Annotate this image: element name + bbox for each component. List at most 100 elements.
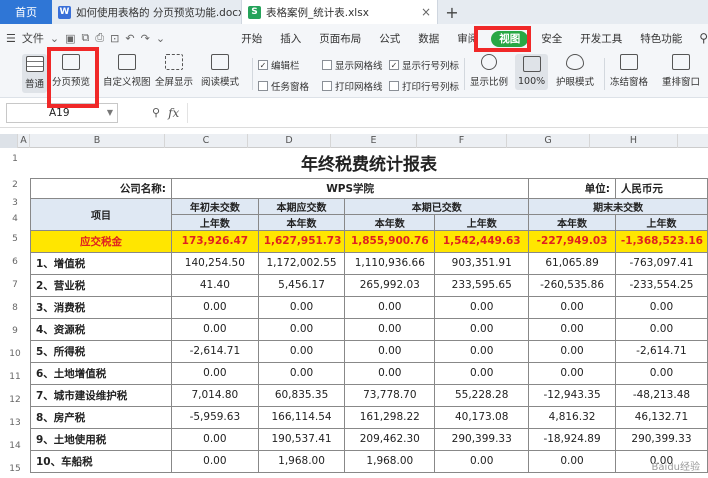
- tax-item-name[interactable]: 2、营业税: [29, 273, 173, 297]
- tax-value-cell[interactable]: 4,816.32: [528, 405, 616, 429]
- tax-value-cell[interactable]: 5,456.17: [257, 273, 346, 297]
- tab-home[interactable]: 开始: [232, 31, 271, 46]
- tax-value-cell[interactable]: 0.00: [257, 361, 346, 385]
- tax-value-cell[interactable]: -233,554.25: [614, 273, 708, 297]
- column-header-f[interactable]: F: [417, 134, 507, 148]
- tax-value-cell[interactable]: 0.00: [528, 449, 616, 473]
- full-screen-button[interactable]: 全屏显示: [155, 54, 193, 88]
- tax-item-name[interactable]: 10、车船税: [29, 449, 173, 473]
- row-header[interactable]: 5: [0, 234, 30, 244]
- tax-value-cell[interactable]: 1,968.00: [344, 449, 436, 473]
- row-header[interactable]: 7: [0, 280, 30, 290]
- tax-value-cell[interactable]: 0.00: [434, 317, 530, 341]
- row-header[interactable]: 15: [0, 464, 30, 474]
- tax-value-cell[interactable]: 0.00: [257, 339, 346, 363]
- row-header[interactable]: 3: [0, 198, 30, 208]
- tab-data[interactable]: 数据: [409, 31, 448, 46]
- tax-value-cell[interactable]: 0.00: [528, 317, 616, 341]
- sub-header[interactable]: 上年数: [434, 213, 530, 231]
- tax-value-cell[interactable]: 0.00: [614, 361, 708, 385]
- group-header[interactable]: 年初未交数: [171, 197, 259, 215]
- tax-value-cell[interactable]: 46,132.71: [614, 405, 708, 429]
- tax-value-cell[interactable]: -18,924.89: [528, 427, 616, 451]
- tax-value-cell[interactable]: -12,943.35: [528, 383, 616, 407]
- tax-value-cell[interactable]: 903,351.91: [434, 251, 530, 275]
- tab-page-layout[interactable]: 页面布局: [310, 31, 370, 46]
- column-header-h[interactable]: H: [590, 134, 678, 148]
- tax-item-name[interactable]: 8、房产税: [29, 405, 173, 429]
- tax-value-cell[interactable]: 0.00: [344, 339, 436, 363]
- row-header[interactable]: 2: [0, 180, 30, 190]
- edit-bar-checkbox[interactable]: ✓ 编辑栏: [258, 58, 300, 72]
- tax-value-cell[interactable]: 1,968.00: [257, 449, 346, 473]
- select-all-corner[interactable]: [0, 134, 18, 148]
- tax-value-cell[interactable]: 0.00: [528, 339, 616, 363]
- tax-value-cell[interactable]: 0.00: [171, 317, 259, 341]
- tax-value-cell[interactable]: 209,462.30: [344, 427, 436, 451]
- sub-header[interactable]: 本年数: [257, 213, 346, 231]
- tax-value-cell[interactable]: 166,114.54: [257, 405, 346, 429]
- tax-item-name[interactable]: 3、消费税: [29, 295, 173, 319]
- tax-value-cell[interactable]: 1,172,002.55: [257, 251, 346, 275]
- tax-value-cell[interactable]: -763,097.41: [614, 251, 708, 275]
- print-row-col-headers-checkbox[interactable]: 打印行号列标: [389, 79, 459, 93]
- tax-value-cell[interactable]: 0.00: [171, 449, 259, 473]
- export-icon[interactable]: ⧉: [82, 31, 90, 45]
- row-header[interactable]: 6: [0, 257, 30, 267]
- tax-item-name[interactable]: 6、土地增值税: [29, 361, 173, 385]
- tax-value-cell[interactable]: -2,614.71: [614, 339, 708, 363]
- column-header-c[interactable]: C: [165, 134, 248, 148]
- tax-value-cell[interactable]: 0.00: [528, 361, 616, 385]
- tab-insert[interactable]: 插入: [271, 31, 310, 46]
- sub-header[interactable]: 本年数: [344, 213, 436, 231]
- row-header[interactable]: 1: [0, 154, 30, 164]
- tax-value-cell[interactable]: 40,173.08: [434, 405, 530, 429]
- hamburger-menu-icon[interactable]: ☰: [6, 32, 16, 45]
- more-chevron-icon[interactable]: ⌄: [156, 32, 165, 45]
- show-row-col-headers-checkbox[interactable]: ✓ 显示行号列标: [389, 58, 459, 72]
- tax-value-cell[interactable]: 0.00: [344, 317, 436, 341]
- tax-value-cell[interactable]: 0.00: [614, 295, 708, 319]
- tax-value-cell[interactable]: 73,778.70: [344, 383, 436, 407]
- unit-label[interactable]: 单位:: [528, 177, 616, 199]
- print-icon[interactable]: ⎙: [95, 31, 104, 45]
- sub-header[interactable]: 本年数: [528, 213, 616, 231]
- tax-value-cell[interactable]: 0.00: [344, 361, 436, 385]
- tax-value-cell[interactable]: 265,992.03: [344, 273, 436, 297]
- group-header[interactable]: 本期应交数: [257, 197, 346, 215]
- show-gridlines-checkbox[interactable]: 显示网格线: [322, 58, 383, 72]
- tax-payable-cell[interactable]: 173,926.47: [171, 229, 259, 253]
- tax-value-cell[interactable]: 0.00: [528, 295, 616, 319]
- redo-icon[interactable]: ↷: [141, 32, 150, 45]
- row-header[interactable]: 10: [0, 349, 30, 359]
- sub-header[interactable]: 上年数: [614, 213, 708, 231]
- custom-view-button[interactable]: 自定义视图: [103, 54, 151, 88]
- new-tab-button[interactable]: +: [438, 0, 466, 24]
- search-icon[interactable]: ⚲: [699, 31, 708, 45]
- task-pane-checkbox[interactable]: 任务窗格: [258, 79, 309, 93]
- tax-item-name[interactable]: 5、所得税: [29, 339, 173, 363]
- column-header-a[interactable]: A: [18, 134, 30, 148]
- insert-function-icon[interactable]: fx: [168, 106, 179, 120]
- tax-value-cell[interactable]: 233,595.65: [434, 273, 530, 297]
- tax-value-cell[interactable]: 290,399.33: [434, 427, 530, 451]
- tax-value-cell[interactable]: 60,835.35: [257, 383, 346, 407]
- tax-value-cell[interactable]: 161,298.22: [344, 405, 436, 429]
- tax-value-cell[interactable]: 61,065.89: [528, 251, 616, 275]
- eye-protection-button[interactable]: 护眼模式: [556, 54, 594, 88]
- file-menu[interactable]: 文件: [22, 30, 44, 46]
- row-header[interactable]: 12: [0, 395, 30, 405]
- unit-value[interactable]: 人民币元: [614, 177, 708, 199]
- tax-value-cell[interactable]: -5,959.63: [171, 405, 259, 429]
- tax-value-cell[interactable]: 7,014.80: [171, 383, 259, 407]
- tax-item-name[interactable]: 1、增值税: [29, 251, 173, 275]
- tax-value-cell[interactable]: 0.00: [171, 427, 259, 451]
- tax-value-cell[interactable]: -260,535.86: [528, 273, 616, 297]
- row-header[interactable]: 14: [0, 441, 30, 451]
- column-header-g[interactable]: G: [507, 134, 590, 148]
- save-icon[interactable]: ▣: [65, 32, 75, 45]
- tax-value-cell[interactable]: 190,537.41: [257, 427, 346, 451]
- close-tab-icon[interactable]: ×: [421, 5, 431, 19]
- tax-value-cell[interactable]: 0.00: [434, 295, 530, 319]
- tax-item-name[interactable]: 9、土地使用税: [29, 427, 173, 451]
